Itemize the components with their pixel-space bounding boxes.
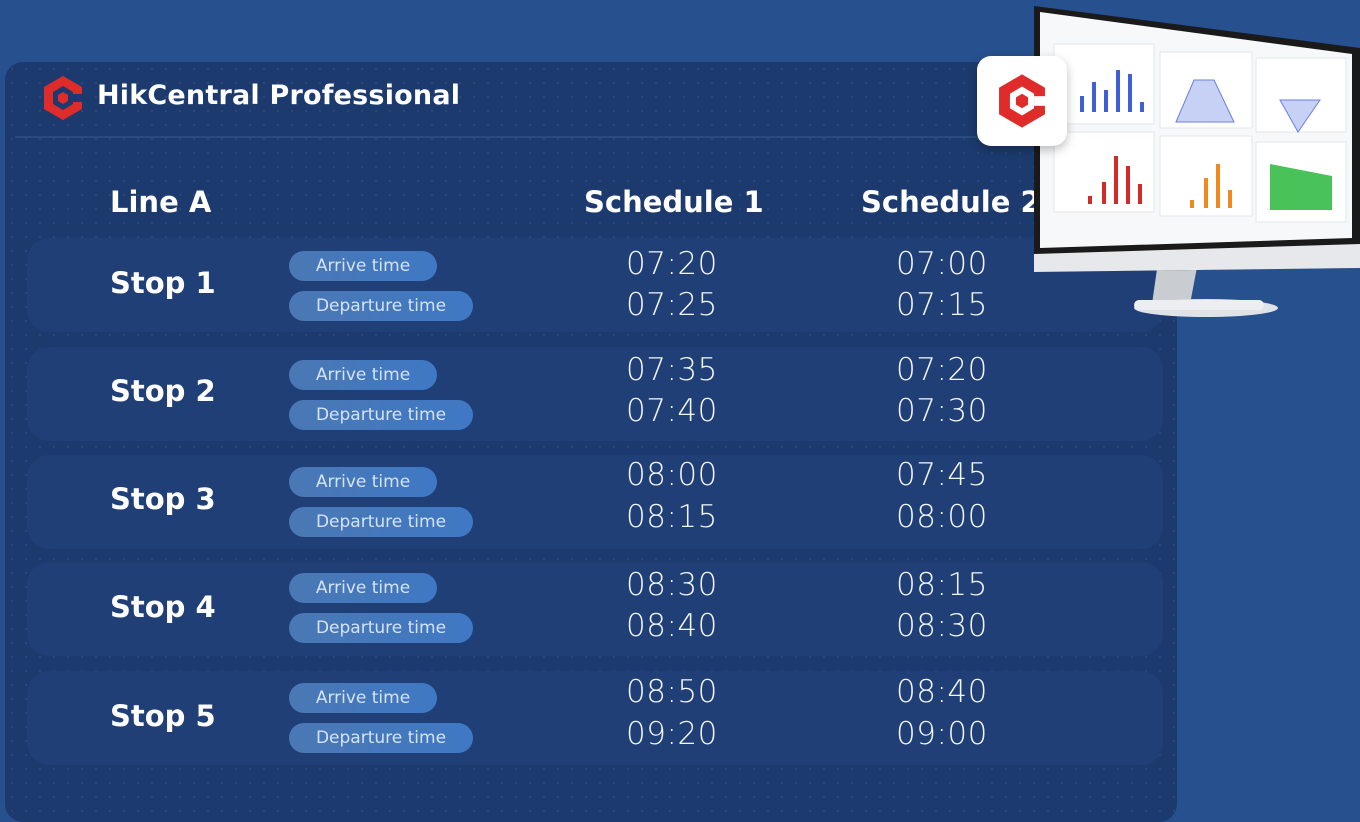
arrive-time-label: Arrive time [289, 251, 437, 281]
schedule-1-depart: 07:40 [626, 393, 718, 429]
schedule-2-header: Schedule 2 [861, 185, 1041, 219]
schedule-2-arrive: 08:15 [896, 567, 988, 603]
stop-row: Stop 4 Arrive time Departure time 08:30 … [27, 562, 1163, 656]
schedule-2-depart: 09:00 [896, 716, 988, 752]
schedule-1-depart: 08:40 [626, 608, 718, 644]
stop-name: Stop 4 [110, 590, 216, 624]
brand-title: HikCentral Professional [97, 80, 461, 111]
hik-logo-icon [44, 76, 83, 120]
stop-name: Stop 2 [110, 374, 216, 408]
stop-row: Stop 2 Arrive time Departure time 07:35 … [27, 347, 1163, 441]
departure-time-label: Departure time [289, 400, 473, 430]
departure-time-label: Departure time [289, 613, 473, 643]
schedule-1-depart: 07:25 [626, 287, 718, 323]
departure-time-label: Departure time [289, 723, 473, 753]
departure-time-label: Departure time [289, 291, 473, 321]
stop-row: Stop 3 Arrive time Departure time 08:00 … [27, 455, 1163, 549]
schedule-2-depart: 07:30 [896, 393, 988, 429]
schedule-1-arrive: 08:50 [626, 674, 718, 710]
schedule-1-depart: 08:15 [626, 499, 718, 535]
hikcentral-app-icon [977, 56, 1067, 146]
schedule-1-arrive: 08:30 [626, 567, 718, 603]
stop-name: Stop 1 [110, 266, 216, 300]
line-title: Line A [110, 185, 212, 219]
schedule-1-arrive: 07:35 [626, 352, 718, 388]
stop-row: Stop 5 Arrive time Departure time 08:50 … [27, 671, 1163, 765]
arrive-time-label: Arrive time [289, 683, 437, 713]
schedule-1-arrive: 08:00 [626, 457, 718, 493]
schedule-2-arrive: 07:45 [896, 457, 988, 493]
schedule-1-arrive: 07:20 [626, 246, 718, 282]
stop-name: Stop 5 [110, 699, 216, 733]
schedule-2-arrive: 08:40 [896, 674, 988, 710]
schedule-1-depart: 09:20 [626, 716, 718, 752]
dashboard-monitor-illustration [1034, 6, 1360, 317]
schedule-2-depart: 08:30 [896, 608, 988, 644]
schedule-2-arrive: 07:20 [896, 352, 988, 388]
arrive-time-label: Arrive time [289, 360, 437, 390]
schedule-1-header: Schedule 1 [584, 185, 764, 219]
hik-logo-icon [999, 74, 1047, 128]
departure-time-label: Departure time [289, 507, 473, 537]
schedule-2-arrive: 07:00 [896, 246, 988, 282]
stop-name: Stop 3 [110, 482, 216, 516]
schedule-2-depart: 08:00 [896, 499, 988, 535]
arrive-time-label: Arrive time [289, 467, 437, 497]
arrive-time-label: Arrive time [289, 573, 437, 603]
schedule-2-depart: 07:15 [896, 287, 988, 323]
stop-row: Stop 1 Arrive time Departure time 07:20 … [27, 238, 1163, 332]
